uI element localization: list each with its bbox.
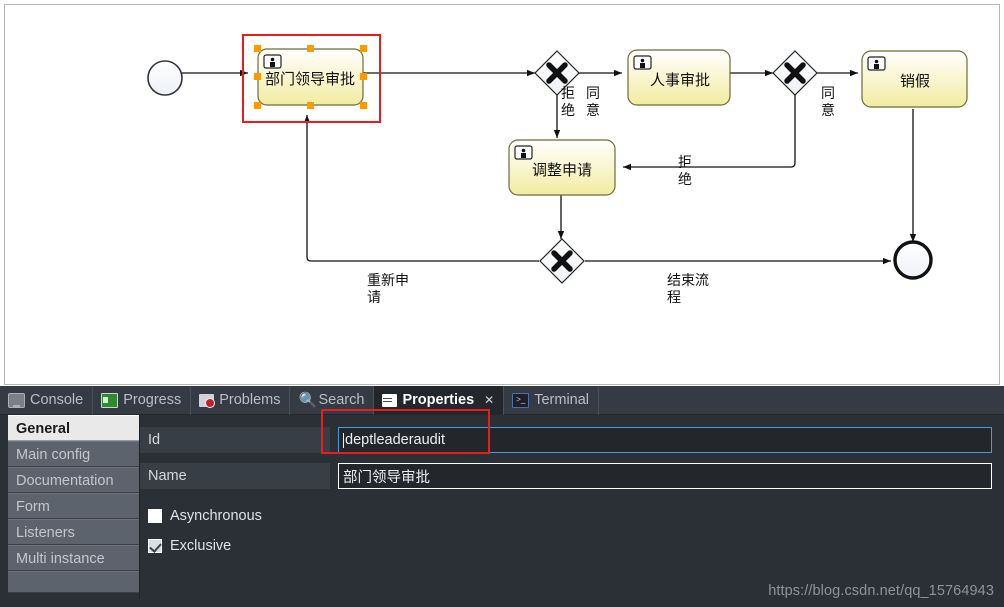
nav-item-form[interactable]: Form: [8, 493, 139, 519]
asynchronous-checkbox[interactable]: [148, 509, 162, 523]
nav-item-general[interactable]: General: [8, 415, 139, 441]
asynchronous-label: Asynchronous: [170, 508, 262, 524]
properties-view: General Main config Documentation Form L…: [0, 415, 1004, 607]
annotation-rect-id-field: [321, 409, 490, 454]
diagram-canvas[interactable]: 部门领导审批 人事审批 销假 调整申请 同 意 拒 绝 同 意 拒 绝 重新申 …: [4, 4, 1000, 385]
properties-icon: [382, 393, 398, 407]
nav-item-listeners[interactable]: Listeners: [8, 519, 139, 545]
field-label-name: Name: [140, 463, 330, 489]
tab-label: Console: [30, 392, 84, 408]
start-event-node[interactable]: [147, 60, 183, 96]
task-label-hraudit: 人事审批: [650, 71, 710, 89]
edge-label-agree-2: 同 意: [821, 86, 839, 119]
properties-nav-list: General Main config Documentation Form L…: [8, 415, 140, 599]
annotation-rect-selected-task: [242, 34, 381, 123]
tab-progress[interactable]: Progress: [93, 385, 192, 415]
tab-label: Terminal: [534, 392, 590, 408]
tab-label: Progress: [123, 392, 182, 408]
edge-label-reject-2: 拒 绝: [678, 155, 696, 188]
nav-item-multi-instance[interactable]: Multi instance: [8, 545, 139, 571]
edge-label-reapply: 重新申 请: [367, 273, 413, 306]
name-input[interactable]: 部门领导审批: [338, 463, 992, 489]
field-row-name: Name 部门领导审批: [140, 463, 992, 489]
tab-label: Search: [318, 392, 365, 408]
watermark-text: https://blog.csdn.net/qq_15764943: [768, 583, 994, 599]
console-icon: [8, 392, 25, 408]
search-icon: 🔍: [298, 391, 318, 409]
problems-icon: [199, 393, 216, 408]
nav-item-empty: [8, 571, 139, 593]
tab-problems[interactable]: Problems: [191, 385, 291, 415]
edge-label-agree-1: 同 意: [586, 86, 604, 119]
task-label-xiaojia: 销假: [900, 72, 930, 90]
field-row-id: Id deptleaderaudit: [140, 427, 992, 453]
end-event-node[interactable]: [893, 240, 933, 280]
exclusive-gateway-2[interactable]: [772, 50, 818, 96]
exclusive-label: Exclusive: [170, 538, 232, 554]
name-input-value: 部门领导审批: [343, 469, 430, 486]
progress-icon: [101, 392, 119, 408]
field-label-id: Id: [140, 427, 330, 453]
view-tabbar: Console Progress Problems 🔍 Search Prope…: [0, 385, 1004, 415]
bpmn-editor-window: 部门领导审批 人事审批 销假 调整申请 同 意 拒 绝 同 意 拒 绝 重新申 …: [0, 0, 1004, 607]
edge-labels: 同 意 拒 绝 同 意 拒 绝 重新申 请 结束流 程: [367, 86, 839, 306]
nav-item-main-config[interactable]: Main config: [8, 441, 139, 467]
bpmn-diagram: 部门领导审批 人事审批 销假 调整申请 同 意 拒 绝 同 意 拒 绝 重新申 …: [147, 45, 968, 306]
nav-item-documentation[interactable]: Documentation: [8, 467, 139, 493]
checkbox-row-exclusive[interactable]: Exclusive: [148, 538, 231, 554]
exclusive-gateway-3[interactable]: [539, 238, 585, 284]
properties-fields: Id deptleaderaudit Name 部门领导审批 Asynchron…: [140, 415, 1004, 607]
tab-console[interactable]: Console: [0, 385, 94, 415]
exclusive-checkbox[interactable]: [148, 539, 162, 553]
close-icon[interactable]: ✕: [484, 393, 494, 407]
task-label-modifyapply: 调整申请: [532, 161, 592, 179]
task-node-modifyapply[interactable]: 调整申请: [508, 139, 616, 196]
task-node-hraudit[interactable]: 人事审批: [627, 49, 731, 106]
tab-label: Problems: [219, 392, 281, 408]
terminal-icon: >_: [512, 392, 530, 408]
tab-label: Properties: [402, 392, 475, 408]
task-node-xiaojia[interactable]: 销假: [861, 50, 968, 108]
checkbox-row-asynchronous[interactable]: Asynchronous: [148, 508, 262, 524]
bottom-panel: Console Progress Problems 🔍 Search Prope…: [0, 385, 1004, 607]
tab-terminal[interactable]: >_ Terminal: [504, 385, 600, 415]
edge-label-endflow: 结束流 程: [667, 273, 713, 306]
edge-label-reject-1: 拒 绝: [561, 86, 579, 119]
